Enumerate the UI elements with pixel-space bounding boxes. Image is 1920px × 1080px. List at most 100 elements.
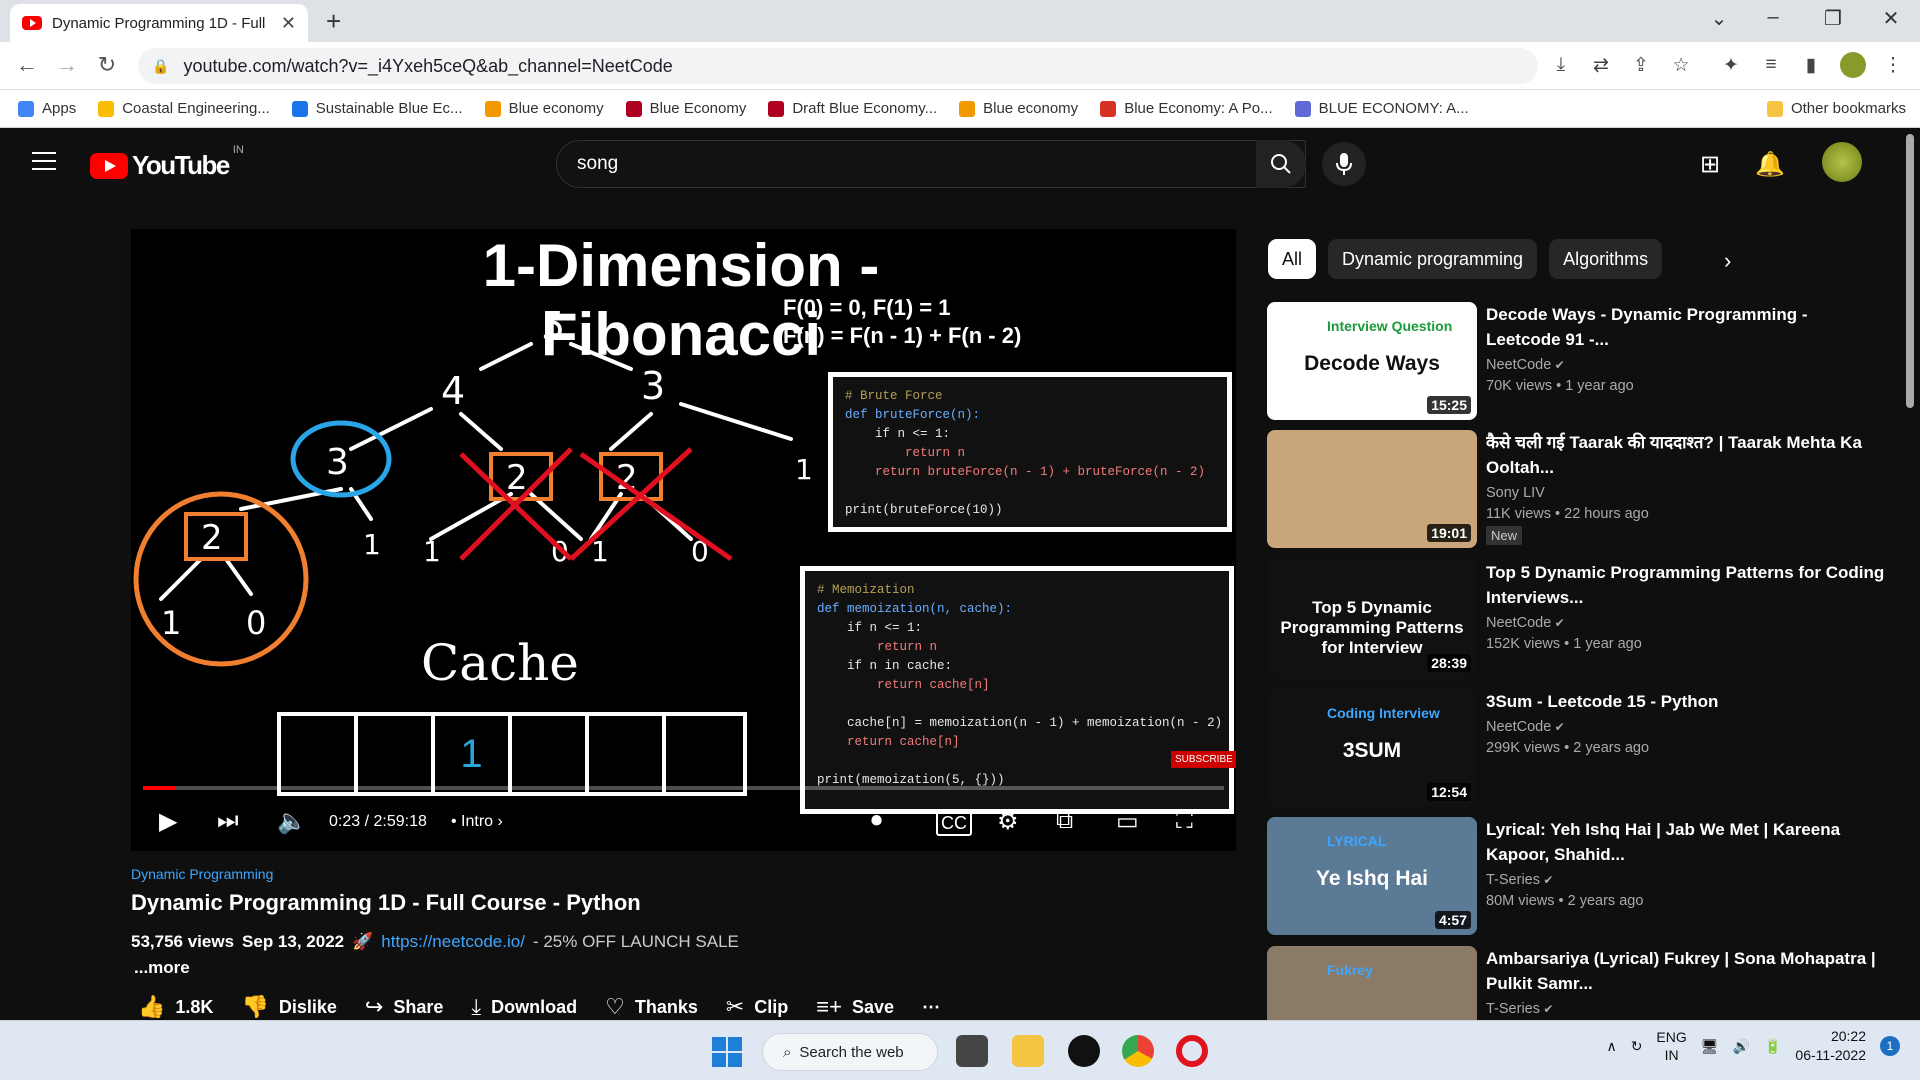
create-video-icon[interactable]: ⊞ <box>1694 150 1726 179</box>
browser-tab[interactable]: Dynamic Programming 1D - Full ✕ <box>10 4 308 42</box>
progress-bar[interactable] <box>143 786 1224 790</box>
bookmark-item[interactable]: Sustainable Blue Ec... <box>291 100 463 117</box>
close-window-icon[interactable]: ✕ <box>1876 6 1906 31</box>
network-icon[interactable]: 🖥 <box>1701 1038 1719 1055</box>
profile-avatar-icon[interactable] <box>1840 52 1866 78</box>
captions-icon[interactable]: CC <box>936 811 972 836</box>
tray-chevron-icon[interactable]: ∧ <box>1606 1038 1616 1055</box>
search-input[interactable]: song ✕ <box>556 140 1306 188</box>
bookmark-item[interactable]: Blue Economy <box>625 100 746 117</box>
battery-icon[interactable]: 🔋 <box>1764 1038 1781 1055</box>
dell-app-icon[interactable] <box>1068 1035 1100 1067</box>
forward-icon[interactable]: → <box>52 52 82 78</box>
video-thumbnail[interactable]: Top 5 Dynamic Programming Patterns for I… <box>1267 560 1477 678</box>
channel-name[interactable]: T-Series ✔ <box>1486 872 1886 888</box>
next-video-icon[interactable]: ⏭ <box>217 807 239 835</box>
channel-name[interactable]: NeetCode ✔ <box>1486 615 1886 631</box>
settings-gear-icon[interactable]: ⚙ <box>997 807 1019 836</box>
filter-chip[interactable]: Dynamic programming <box>1328 239 1538 279</box>
install-app-icon[interactable]: ⤓ <box>1548 54 1574 76</box>
recommended-video[interactable]: 19:01 कैसे चली गई Taarak की याददाश्त? | T… <box>1267 430 1897 548</box>
media-control-icon[interactable]: ≡ <box>1758 54 1784 76</box>
video-thumbnail[interactable]: Coding Interview 3SUM 12:54 <box>1267 689 1477 807</box>
volume-icon[interactable]: 🔈 <box>277 807 307 836</box>
bookmark-item[interactable]: Blue Economy: A Po... <box>1100 100 1273 117</box>
recommended-video[interactable]: Interview Question Decode Ways 15:25 Decode… <box>1267 302 1897 420</box>
voice-search-button[interactable] <box>1322 142 1366 186</box>
chrome-taskbar-icon[interactable] <box>1122 1035 1154 1067</box>
opera-taskbar-icon[interactable] <box>1176 1035 1208 1067</box>
side-panel-icon[interactable]: ▮ <box>1798 54 1824 77</box>
bookmark-item[interactable]: Coastal Engineering... <box>98 100 270 117</box>
recommended-title[interactable]: Lyrical: Yeh Ishq Hai | Jab We Met | Kar… <box>1486 817 1886 867</box>
channel-name[interactable]: T-Series ✔ <box>1486 1001 1886 1017</box>
account-avatar[interactable] <box>1822 142 1862 182</box>
share-button[interactable]: ↪ Share <box>365 994 443 1020</box>
more-actions-icon[interactable]: ⋯ <box>922 997 940 1018</box>
download-button[interactable]: ⤓ Download <box>471 994 577 1020</box>
recommended-title[interactable]: Ambarsariya (Lyrical) Fukrey | Sona Moha… <box>1486 946 1886 996</box>
hamburger-menu-icon[interactable] <box>32 152 56 176</box>
recommended-title[interactable]: 3Sum - Leetcode 15 - Python <box>1486 689 1886 714</box>
youtube-logo[interactable]: YouTube IN <box>90 144 244 181</box>
recommended-video[interactable]: LYRICAL Ye Ishq Hai 4:57 Lyrical: Yeh Ishq … <box>1267 817 1897 935</box>
autoplay-toggle-icon[interactable]: ⏺ <box>871 807 882 833</box>
thanks-button[interactable]: ♡ Thanks <box>605 994 698 1020</box>
recommended-video[interactable]: Top 5 Dynamic Programming Patterns for I… <box>1267 560 1897 678</box>
minimize-icon[interactable]: – <box>1758 6 1788 29</box>
taskbar-search[interactable]: ⌕ Search the web <box>762 1033 938 1071</box>
bookmark-item[interactable]: Blue economy <box>959 100 1078 117</box>
close-tab-icon[interactable]: ✕ <box>281 13 296 34</box>
notification-badge[interactable]: 1 <box>1880 1036 1900 1056</box>
recommended-title[interactable]: कैसे चली गई Taarak की याददाश्त? | Taarak… <box>1486 430 1886 480</box>
extensions-icon[interactable]: ✦ <box>1718 54 1744 77</box>
other-bookmarks[interactable]: Other bookmarks <box>1766 100 1906 117</box>
subscribe-badge[interactable]: SUBSCRIBE <box>1171 751 1236 768</box>
windows-start-icon[interactable] <box>712 1037 742 1067</box>
share-page-icon[interactable]: ⇪ <box>1628 54 1654 77</box>
filter-chip[interactable]: Algorithms <box>1549 239 1663 279</box>
fullscreen-icon[interactable]: ⛶ <box>1176 807 1193 835</box>
video-thumbnail[interactable]: Interview Question Decode Ways 15:25 <box>1267 302 1477 420</box>
chapter-button[interactable]: • Intro › <box>451 813 503 831</box>
recommended-title[interactable]: Top 5 Dynamic Programming Patterns for C… <box>1486 560 1886 610</box>
search-button[interactable] <box>1256 140 1306 188</box>
scrollbar-thumb[interactable] <box>1906 134 1914 408</box>
chrome-menu-icon[interactable]: ⋮ <box>1880 54 1906 77</box>
miniplayer-icon[interactable]: ⧉ <box>1056 807 1073 835</box>
video-player[interactable]: 1-Dimension - Fibonacci F(0) = 0, F(1) =… <box>131 229 1236 851</box>
reload-icon[interactable]: ↻ <box>92 52 122 78</box>
clock[interactable]: 20:22 06-11-2022 <box>1795 1027 1866 1065</box>
bookmark-item[interactable]: Blue economy <box>484 100 604 117</box>
translate-icon[interactable]: ⇄ <box>1588 54 1614 77</box>
new-tab-icon[interactable]: + <box>326 6 341 37</box>
tab-search-chevron-icon[interactable]: ⌄ <box>1704 6 1734 31</box>
recommended-title[interactable]: Decode Ways - Dynamic Programming - Leet… <box>1486 302 1886 352</box>
address-bar[interactable]: 🔒 youtube.com/watch?v=_i4Yxeh5ceQ&ab_cha… <box>138 48 1538 84</box>
like-button[interactable]: 👍 1.8K <box>138 994 213 1020</box>
video-hashtag-link[interactable]: Dynamic Programming <box>131 866 273 882</box>
bookmark-star-icon[interactable]: ☆ <box>1668 54 1694 77</box>
file-explorer-icon[interactable] <box>1012 1035 1044 1067</box>
channel-name[interactable]: NeetCode ✔ <box>1486 357 1886 373</box>
dislike-button[interactable]: 👎 Dislike <box>241 994 336 1020</box>
search-query[interactable]: song <box>577 153 1267 175</box>
language-indicator[interactable]: ENG IN <box>1656 1028 1686 1064</box>
task-view-icon[interactable] <box>956 1035 988 1067</box>
theater-mode-icon[interactable]: ▭ <box>1116 807 1139 836</box>
bookmark-item[interactable]: Apps <box>18 100 76 117</box>
video-thumbnail[interactable]: LYRICAL Ye Ishq Hai 4:57 <box>1267 817 1477 935</box>
bookmark-item[interactable]: BLUE ECONOMY: A... <box>1294 100 1469 117</box>
play-icon[interactable]: ▶ <box>159 807 177 836</box>
bookmark-item[interactable]: Draft Blue Economy... <box>768 100 937 117</box>
video-thumbnail[interactable]: 19:01 <box>1267 430 1477 548</box>
notifications-bell-icon[interactable]: 🔔 <box>1754 150 1786 179</box>
chips-next-icon[interactable]: › <box>1724 248 1731 274</box>
description-link[interactable]: https://neetcode.io/ <box>381 932 525 952</box>
show-more-button[interactable]: ...more <box>134 958 190 978</box>
clip-button[interactable]: ✂ Clip <box>726 994 788 1020</box>
back-icon[interactable]: ← <box>12 52 42 78</box>
save-button[interactable]: ≡+ Save <box>816 994 894 1020</box>
channel-name[interactable]: Sony LIV <box>1486 485 1886 501</box>
sync-icon[interactable]: ↻ <box>1631 1038 1643 1055</box>
